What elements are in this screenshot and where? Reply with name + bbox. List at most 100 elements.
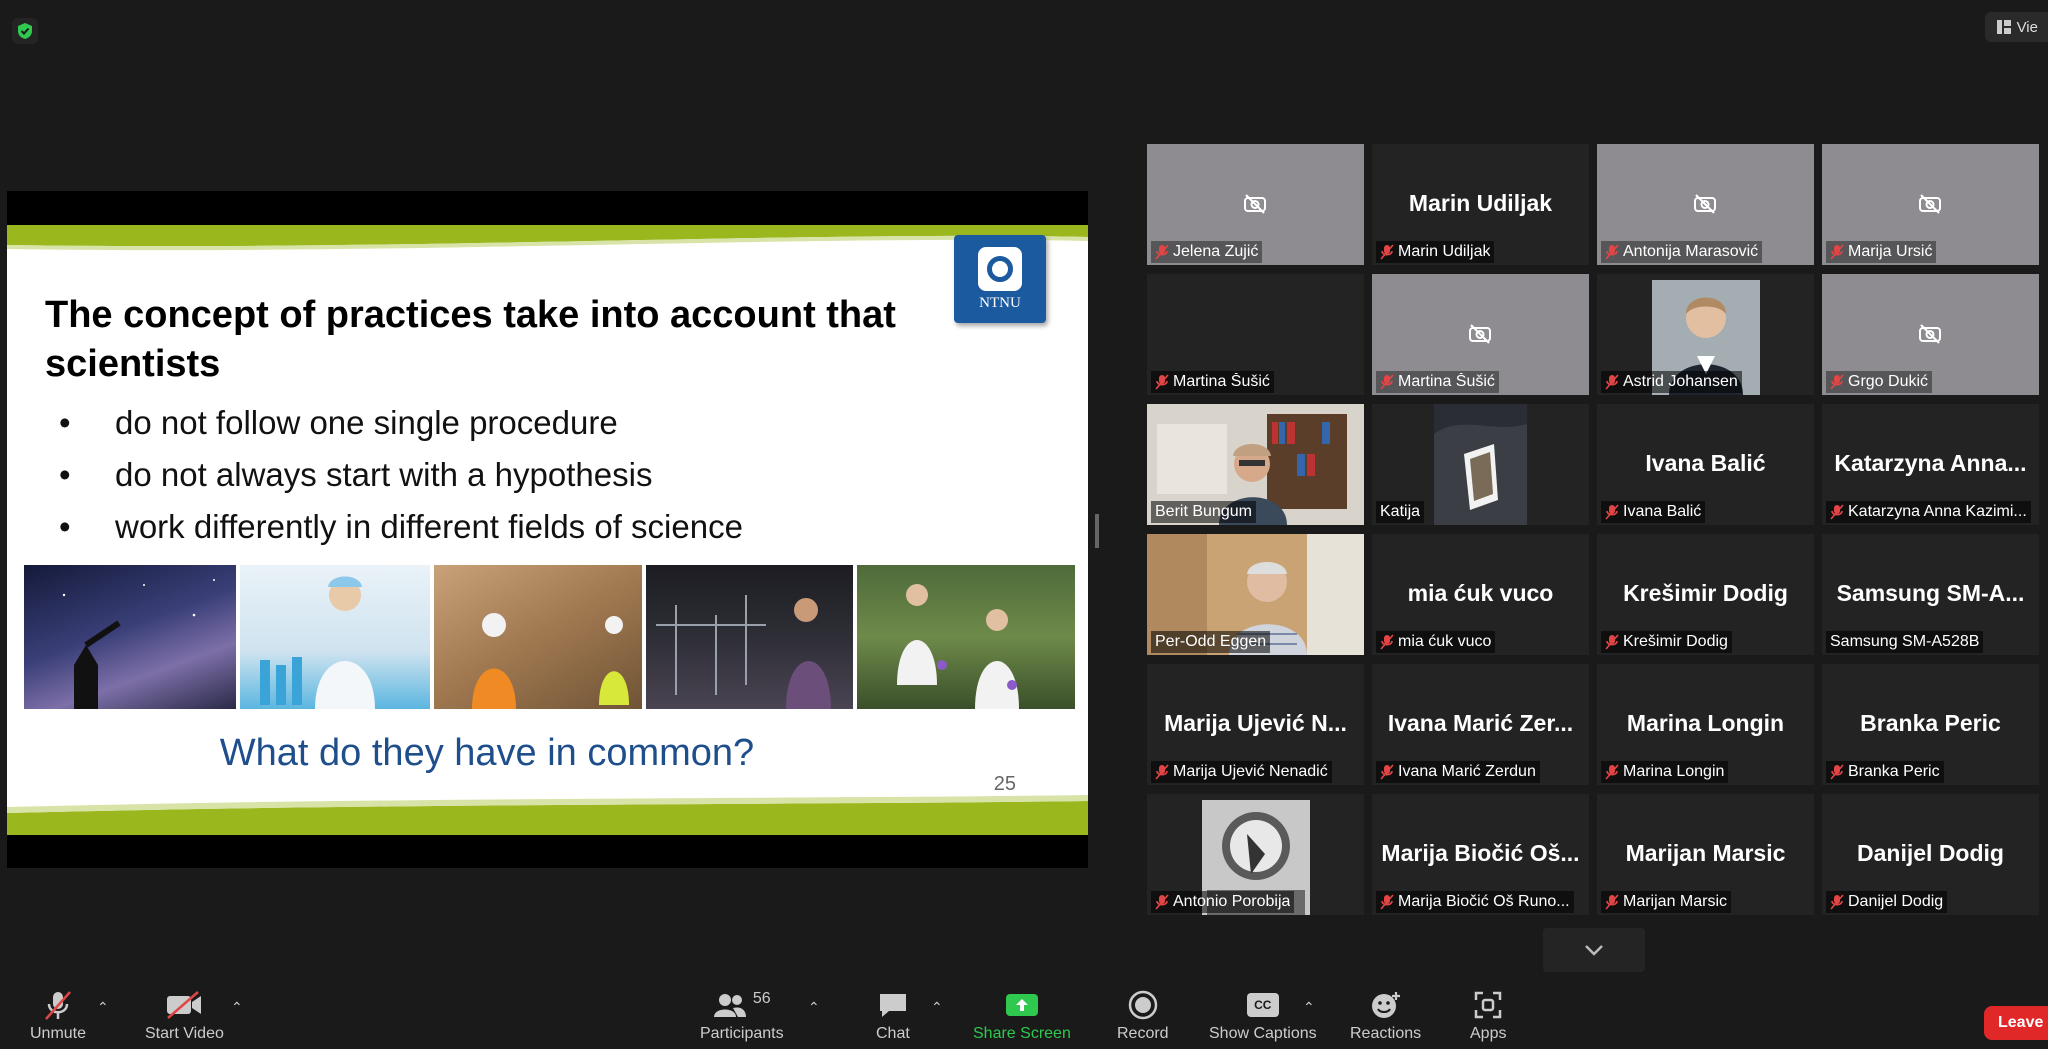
record-icon [1128, 990, 1158, 1020]
participant-name-label: Grgo Dukić [1826, 371, 1933, 393]
gallery-next-page-button[interactable] [1543, 928, 1645, 972]
video-options-caret[interactable]: ⌃ [231, 999, 243, 1016]
show-captions-button[interactable]: CC Show Captions [1209, 985, 1317, 1043]
chat-button[interactable]: Chat [876, 985, 910, 1043]
muted-mic-icon [1830, 504, 1844, 520]
participant-tile[interactable]: Marija Ursić [1822, 144, 2039, 265]
video-off-icon [167, 991, 202, 1019]
audio-options-caret[interactable]: ⌃ [97, 999, 109, 1016]
captions-icon: CC [1246, 993, 1279, 1017]
participant-tile[interactable]: mia ćuk vuco mia ćuk vuco [1372, 534, 1589, 655]
unmute-button[interactable]: Unmute [30, 985, 86, 1043]
participant-tile[interactable]: Katarzyna Anna... Katarzyna Anna Kazimi.… [1822, 404, 2039, 525]
participant-name-label: Branka Peric [1826, 761, 1944, 783]
muted-mic-icon [1830, 894, 1844, 910]
participant-tile[interactable]: Grgo Dukić [1822, 274, 2039, 395]
participant-tile[interactable]: Martina Šušić [1372, 274, 1589, 395]
participant-tile[interactable]: Antonija Marasović [1597, 144, 1814, 265]
participant-display-name: Marijan Marsic [1625, 840, 1786, 866]
participant-name-label: Marin Udiljak [1376, 241, 1495, 263]
participant-display-name: Ivana Balić [1645, 450, 1766, 476]
participant-tile[interactable]: Astrid Johansen [1597, 274, 1814, 395]
physics-lab-photo [646, 565, 853, 709]
security-shield-icon[interactable] [12, 18, 38, 44]
apps-icon [1474, 991, 1502, 1019]
start-video-button[interactable]: Start Video [145, 985, 224, 1043]
show-captions-label: Show Captions [1209, 1025, 1317, 1042]
participant-tile[interactable]: Ivana Balić Ivana Balić [1597, 404, 1814, 525]
participant-tile[interactable]: Danijel Dodig Danijel Dodig [1822, 794, 2039, 915]
participant-tile[interactable]: Marijan Marsic Marijan Marsic [1597, 794, 1814, 915]
participant-name-label: Marina Longin [1601, 761, 1729, 783]
chat-options-caret[interactable]: ⌃ [931, 999, 943, 1016]
unmute-label: Unmute [30, 1025, 87, 1042]
muted-mic-icon [45, 991, 71, 1020]
participant-tile-active-speaker[interactable]: Berit Bungum [1147, 404, 1364, 525]
leave-button[interactable]: Leave [1984, 1006, 2048, 1040]
zoom-meeting-window: Vie NTNU The concept of practices take i… [0, 0, 2048, 1049]
participant-tile[interactable]: Marija Ujević N... Marija Ujević Nenadić [1147, 664, 1364, 785]
participant-display-name: Ivana Marić Zer... [1387, 710, 1574, 736]
participant-tile[interactable]: Marija Biočić Oš... Marija Biočić Oš Run… [1372, 794, 1589, 915]
participant-tile[interactable]: Marin Udiljak Marin Udiljak [1372, 144, 1589, 265]
panel-splitter-handle[interactable] [1095, 514, 1099, 548]
reactions-icon [1371, 992, 1400, 1018]
record-button[interactable]: Record [1117, 985, 1169, 1043]
participant-name-label: Per-Odd Eggen [1151, 631, 1271, 653]
captions-options-caret[interactable]: ⌃ [1303, 999, 1315, 1016]
participant-name-label: Martina Šušić [1376, 371, 1499, 393]
participant-tile[interactable]: Jelena Zujić [1147, 144, 1364, 265]
participant-tile[interactable]: Katija [1372, 404, 1589, 525]
camera-off-icon [1469, 324, 1491, 344]
participants-options-caret[interactable]: ⌃ [808, 999, 820, 1016]
participant-tile[interactable]: Samsung SM-A... Samsung SM-A528B [1822, 534, 2039, 655]
participant-tile[interactable]: Per-Odd Eggen [1147, 534, 1364, 655]
participant-name-label: Berit Bungum [1151, 501, 1256, 523]
participants-icon [713, 994, 746, 1017]
muted-mic-icon [1605, 894, 1619, 910]
reactions-button[interactable]: Reactions [1350, 985, 1421, 1043]
participant-tile[interactable]: Krešimir Dodig Krešimir Dodig [1597, 534, 1814, 655]
astronomer-photo [24, 565, 236, 709]
slide-photo-strip [24, 565, 1075, 709]
share-screen-button[interactable]: Share Screen [973, 985, 1071, 1043]
meeting-toolbar: Unmute ⌃ Start Video ⌃ 56 Participants ⌃… [0, 985, 2048, 1049]
muted-mic-icon [1830, 374, 1844, 390]
participants-button[interactable]: 56 Participants [700, 985, 784, 1043]
participant-display-name: Branka Peric [1860, 710, 2001, 736]
participant-name-label: Antonija Marasović [1601, 241, 1763, 263]
view-button[interactable]: Vie [1984, 12, 2048, 42]
camera-off-icon [1694, 194, 1716, 214]
participant-name-label: Martina Šušić [1151, 371, 1274, 393]
apps-label: Apps [1470, 1025, 1507, 1042]
slide-title: The concept of practices take into accou… [45, 294, 896, 385]
participant-display-name: Marija Biočić Oš... [1381, 840, 1580, 866]
muted-mic-icon [1380, 374, 1394, 390]
participant-tile[interactable]: Antonio Porobija [1147, 794, 1364, 915]
muted-mic-icon [1380, 894, 1394, 910]
participant-name-label: Marija Ursić [1826, 241, 1937, 263]
participant-name-label: Samsung SM-A528B [1826, 631, 1984, 653]
muted-mic-icon [1380, 764, 1394, 780]
muted-mic-icon [1830, 764, 1844, 780]
participant-name-label: Ivana Balić [1601, 501, 1706, 523]
record-label: Record [1117, 1025, 1169, 1042]
leave-label: Leave [1998, 1014, 2044, 1031]
slide-page-number: 25 [993, 773, 1016, 795]
reactions-label: Reactions [1350, 1025, 1422, 1042]
participants-count: 56 [752, 990, 771, 1007]
muted-mic-icon [1605, 634, 1619, 650]
muted-mic-icon [1830, 244, 1844, 260]
participant-tile[interactable]: Branka Peric Branka Peric [1822, 664, 2039, 785]
muted-mic-icon [1380, 244, 1394, 260]
slide-top-band [7, 225, 1088, 251]
participant-tile[interactable]: Martina Šušić [1147, 274, 1364, 395]
muted-mic-icon [1605, 764, 1619, 780]
participant-tile[interactable]: Marina Longin Marina Longin [1597, 664, 1814, 785]
participant-tile[interactable]: Ivana Marić Zer... Ivana Marić Zerdun [1372, 664, 1589, 785]
apps-button[interactable]: Apps [1470, 985, 1506, 1043]
share-screen-icon [1005, 994, 1038, 1016]
participants-label: Participants [700, 1025, 784, 1042]
shared-screen[interactable]: NTNU The concept of practices take into … [7, 191, 1088, 868]
participant-name-label: mia ćuk vuco [1376, 631, 1496, 653]
